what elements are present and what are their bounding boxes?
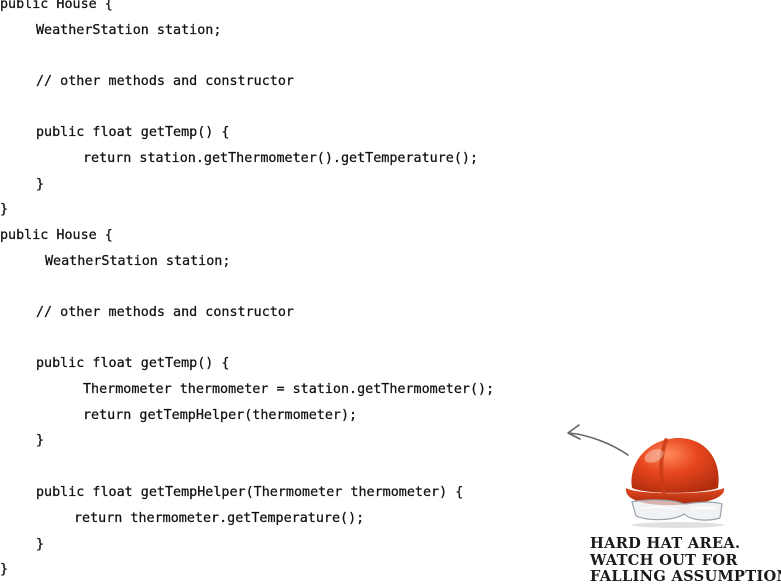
code-line: return getTempHelper(thermometer); [83,408,358,423]
code-line: } [36,433,45,448]
code-comment: // other methods and constructor [36,305,294,320]
warning-line: HARD HAT AREA. [590,535,741,552]
code-line: public float getTempHelper(Thermometer t… [36,485,464,500]
code-line: Thermometer thermometer = station.getThe… [83,382,495,397]
code-line: public float getTemp() { [36,125,230,140]
code-line: } [36,537,45,552]
warning-line: FALLING ASSUMPTIONS [590,568,781,586]
code-line: return thermometer.getTemperature(); [74,511,365,526]
code-line: } [0,202,9,217]
hard-hat-warning: HARD HAT AREA. WATCH OUT FOR FALLING ASS… [590,535,781,586]
code-line: public House { [0,228,113,243]
code-line: WeatherStation station; [45,254,231,269]
code-line: public float getTemp() { [36,356,230,371]
code-line: return station.getThermometer().getTempe… [83,151,479,166]
warning-line: WATCH OUT FOR [590,551,738,569]
hard-hat-icon [625,437,725,528]
code-line: WeatherStation station; [36,23,222,38]
code-line: } [0,562,9,577]
code-comment: // other methods and constructor [36,74,294,89]
code-line: } [36,177,45,192]
code-line: public House { [0,0,113,12]
